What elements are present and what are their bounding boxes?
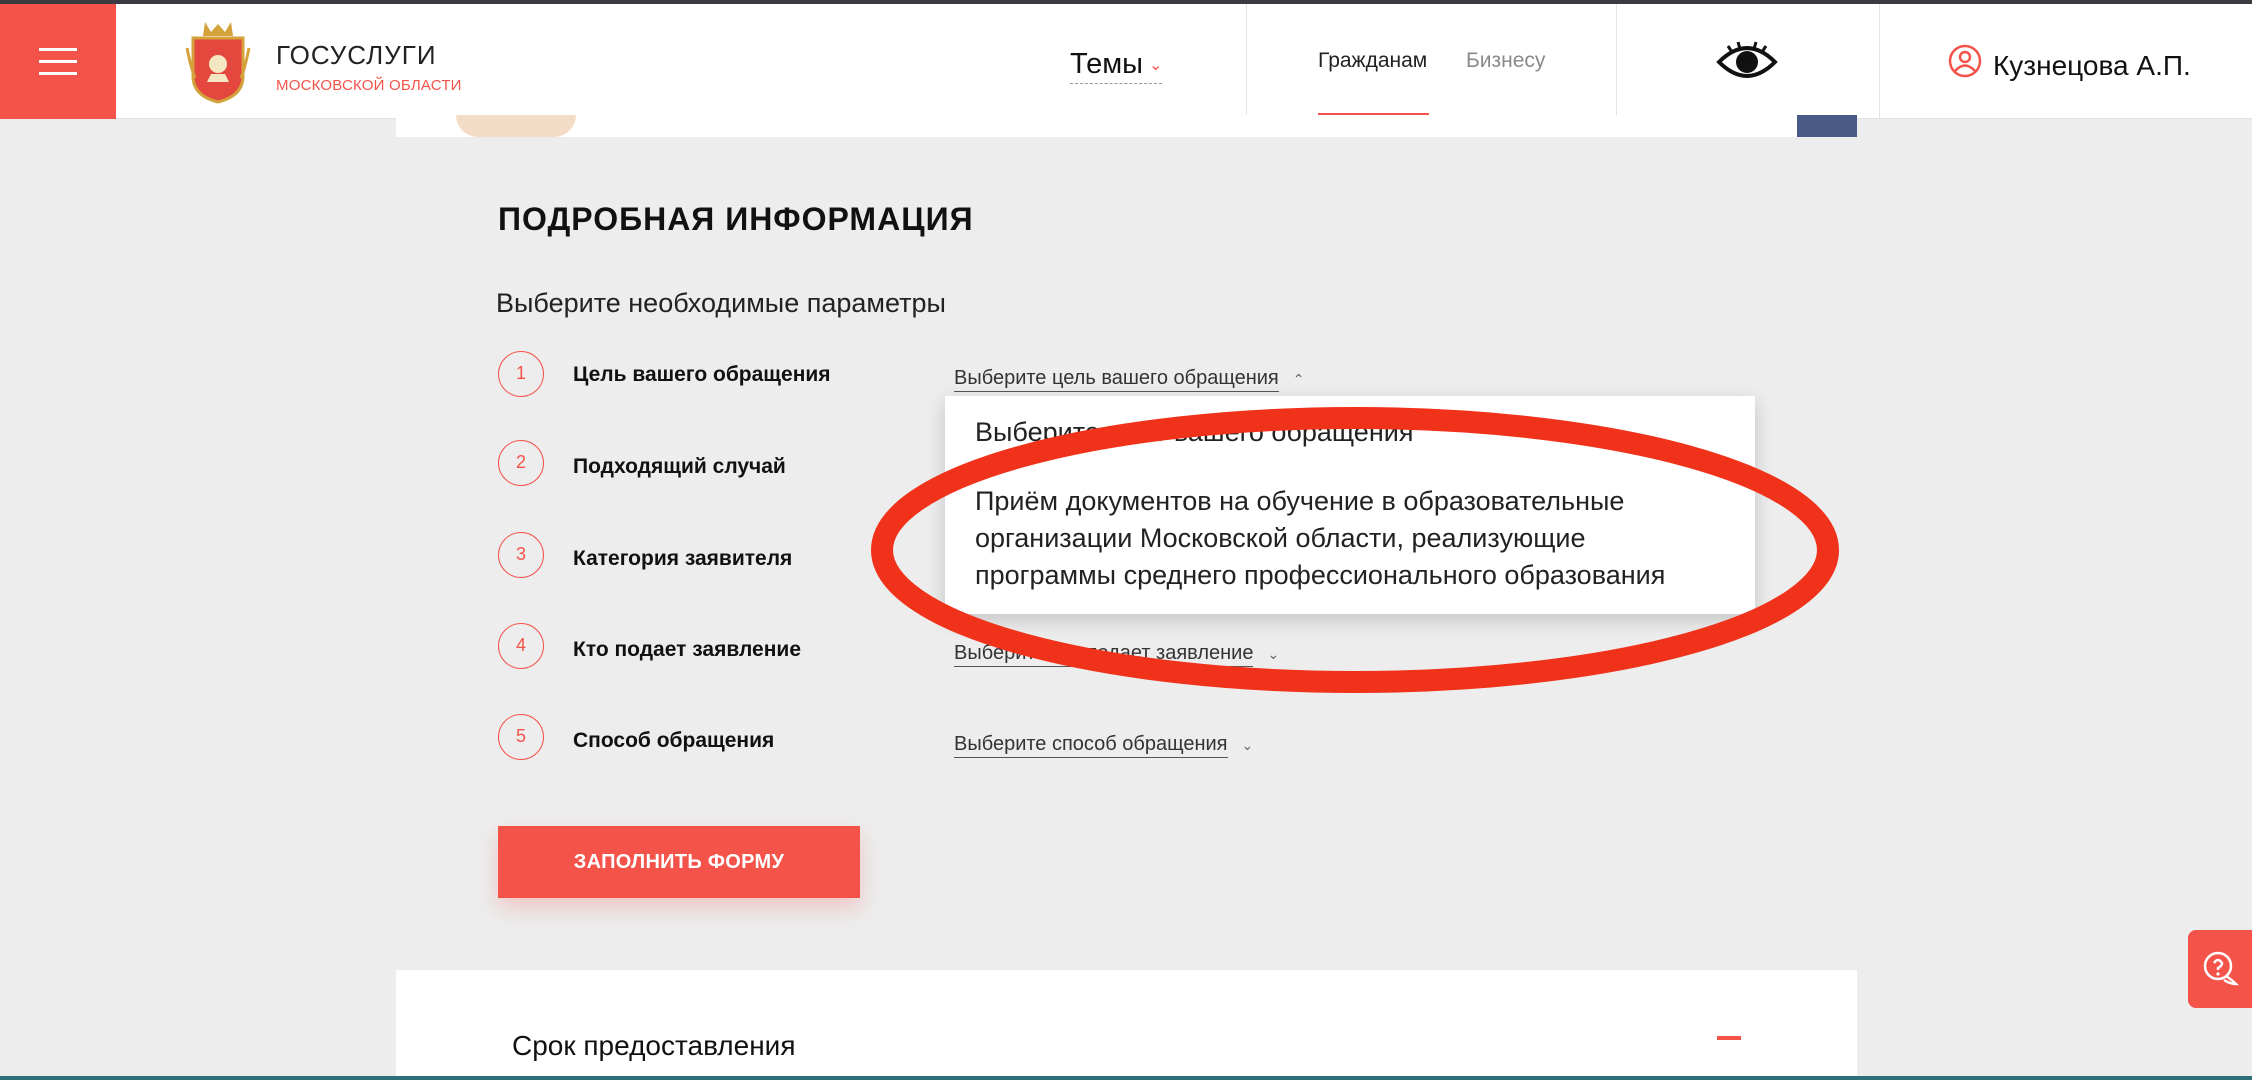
step-number-1: 1	[498, 351, 544, 397]
step-label-case: Подходящий случай	[573, 455, 786, 478]
section-title: ПОДРОБНАЯ ИНФОРМАЦИЯ	[498, 201, 974, 237]
chevron-down-icon: ⌄	[1149, 57, 1163, 75]
divider	[1246, 4, 1247, 119]
who-applies-select-value: Выберите кто подает заявление	[954, 642, 1254, 667]
method-select[interactable]: Выберите способ обращения ⌄	[954, 733, 1254, 758]
minus-icon[interactable]	[1717, 1036, 1741, 1040]
fill-form-button[interactable]: ЗАПОЛНИТЬ ФОРМУ	[498, 826, 860, 898]
banner-card-bottom-edge	[396, 115, 1857, 137]
themes-label: Темы	[1070, 48, 1143, 80]
step-label-method: Способ обращения	[573, 729, 775, 752]
step-label-applicant-category: Категория заявителя	[573, 547, 793, 570]
menu-button[interactable]	[0, 4, 116, 119]
nav-business[interactable]: Бизнесу	[1466, 49, 1545, 73]
user-name[interactable]: Кузнецова А.П.	[1993, 50, 2191, 82]
divider	[1616, 4, 1617, 119]
themes-menu[interactable]: Темы ⌄	[1070, 48, 1163, 84]
eye-icon[interactable]	[1716, 38, 1778, 86]
accordion-title[interactable]: Срок предоставления	[512, 1030, 796, 1062]
step-label-who-applies: Кто подает заявление	[573, 638, 801, 661]
brand-title: ГОСУСЛУГИ	[276, 40, 437, 70]
help-chat-icon	[2203, 951, 2240, 986]
window-bottom-border	[0, 1076, 2252, 1080]
purpose-dropdown-list: Выберите цель вашего обращения Приём док…	[945, 396, 1755, 614]
menu-icon-line	[39, 72, 77, 75]
menu-icon-line	[39, 48, 77, 51]
site-header: ГОСУСЛУГИ МОСКОВСКОЙ ОБЛАСТИ Темы ⌄ Гражд…	[0, 4, 2252, 119]
method-select-value: Выберите способ обращения	[954, 733, 1228, 758]
moscow-region-emblem[interactable]	[185, 18, 251, 104]
who-applies-select[interactable]: Выберите кто подает заявление ⌄	[954, 642, 1280, 667]
chevron-down-icon: ⌄	[1241, 737, 1254, 753]
dropdown-option-placeholder[interactable]: Выберите цель вашего обращения	[975, 414, 1413, 451]
details-accordion: Срок предоставления	[396, 970, 1857, 1080]
dropdown-option-line[interactable]: организации Московской области, реализую…	[975, 520, 1586, 557]
purpose-select-value: Выберите цель вашего обращения	[954, 367, 1279, 392]
user-icon[interactable]	[1948, 44, 1982, 78]
step-number-4: 4	[498, 623, 544, 669]
divider	[1879, 4, 1880, 119]
step-number-3: 3	[498, 532, 544, 578]
parameters-subtitle: Выберите необходимые параметры	[496, 288, 946, 318]
banner-image-fragment	[1797, 115, 1857, 137]
dropdown-option-line[interactable]: программы среднего профессионального обр…	[975, 557, 1665, 594]
nav-citizens[interactable]: Гражданам	[1318, 49, 1427, 73]
step-number-5: 5	[498, 714, 544, 760]
banner-image-fragment	[456, 115, 576, 137]
chevron-up-icon: ⌃	[1292, 371, 1305, 387]
step-number-2: 2	[498, 440, 544, 486]
purpose-select[interactable]: Выберите цель вашего обращения ⌃	[954, 367, 1305, 392]
chevron-down-icon: ⌄	[1267, 646, 1280, 662]
menu-icon-line	[39, 60, 77, 63]
dropdown-option-line[interactable]: Приём документов на обучение в образоват…	[975, 483, 1624, 520]
step-label-purpose: Цель вашего обращения	[573, 363, 831, 386]
brand-subtitle: МОСКОВСКОЙ ОБЛАСТИ	[276, 77, 462, 94]
help-chat-button[interactable]	[2188, 930, 2252, 1008]
brand[interactable]: ГОСУСЛУГИ МОСКОВСКОЙ ОБЛАСТИ	[276, 40, 462, 94]
